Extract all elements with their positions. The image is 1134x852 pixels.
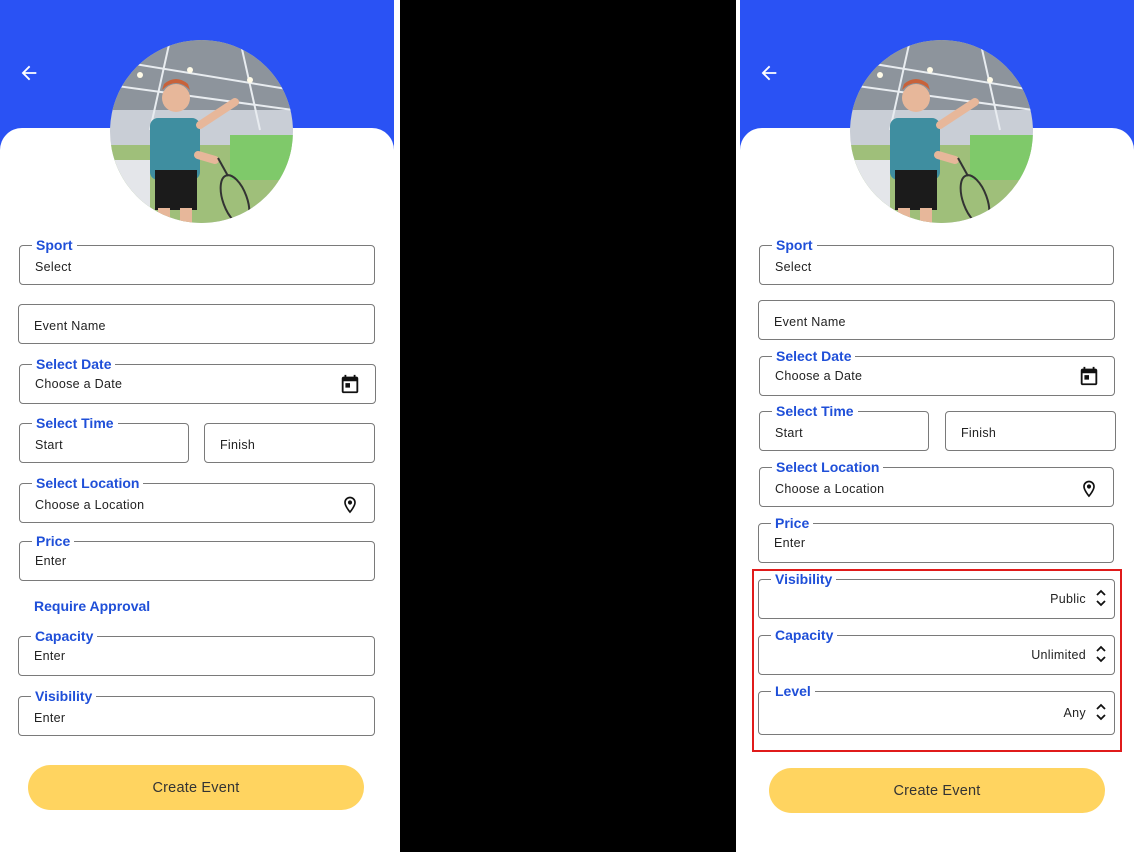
date-value: Choose a Date	[35, 377, 123, 391]
event-name-placeholder: Event Name	[774, 315, 846, 329]
capacity-value: Enter	[34, 649, 66, 663]
start-time-input[interactable]: Select Time Start	[759, 403, 929, 451]
sport-label: Sport	[32, 237, 77, 253]
location-value: Choose a Location	[775, 482, 885, 496]
date-picker[interactable]: Select Date Choose a Date	[19, 356, 376, 404]
create-event-button[interactable]: Create Event	[769, 768, 1105, 813]
map-pin-icon[interactable]	[1079, 478, 1099, 500]
sport-label: Sport	[772, 237, 817, 253]
sport-value: Select	[35, 260, 72, 274]
finish-time-value: Finish	[961, 426, 997, 440]
calendar-icon[interactable]	[339, 373, 361, 395]
sport-select[interactable]: Sport Select	[759, 237, 1114, 285]
finish-time-value: Finish	[220, 438, 256, 452]
screen-comparison: Sport Select Event Name Select Date Choo…	[0, 0, 1134, 852]
price-value: Enter	[774, 536, 806, 550]
finish-time-input[interactable]: Finish	[204, 423, 375, 463]
price-value: Enter	[35, 554, 67, 568]
event-name-input[interactable]: Event Name	[18, 304, 375, 344]
highlight-box	[752, 569, 1122, 752]
finish-time-input[interactable]: Finish	[945, 411, 1116, 451]
location-label: Select Location	[772, 459, 884, 475]
price-label: Price	[32, 533, 75, 549]
left-create-event-screen: Sport Select Event Name Select Date Choo…	[0, 0, 394, 852]
location-picker[interactable]: Select Location Choose a Location	[759, 459, 1114, 507]
require-approval-label[interactable]: Require Approval	[34, 598, 150, 614]
location-label: Select Location	[32, 475, 144, 491]
blank-black-panel	[400, 0, 736, 852]
date-label: Select Date	[772, 348, 856, 364]
event-photo[interactable]	[110, 40, 293, 223]
price-input[interactable]: Price Enter	[19, 533, 375, 581]
sport-value: Select	[775, 260, 812, 274]
back-arrow-icon[interactable]	[758, 62, 780, 84]
event-photo[interactable]	[850, 40, 1033, 223]
time-label: Select Time	[32, 415, 118, 431]
price-label: Price	[771, 515, 814, 531]
visibility-value: Enter	[34, 711, 66, 725]
calendar-icon[interactable]	[1078, 365, 1100, 387]
capacity-label: Capacity	[31, 628, 98, 644]
map-pin-icon[interactable]	[340, 494, 360, 516]
capacity-input[interactable]: Capacity Enter	[18, 628, 375, 676]
back-arrow-icon[interactable]	[18, 62, 40, 84]
create-event-button[interactable]: Create Event	[28, 765, 364, 810]
date-label: Select Date	[32, 356, 116, 372]
visibility-input[interactable]: Visibility Enter	[18, 688, 375, 736]
price-input[interactable]: Price Enter	[758, 515, 1114, 563]
date-picker[interactable]: Select Date Choose a Date	[759, 348, 1115, 396]
date-value: Choose a Date	[775, 369, 863, 383]
time-label: Select Time	[772, 403, 858, 419]
start-time-value: Start	[775, 426, 803, 440]
event-name-placeholder: Event Name	[34, 319, 106, 333]
visibility-label: Visibility	[31, 688, 97, 704]
location-value: Choose a Location	[35, 498, 145, 512]
sport-select[interactable]: Sport Select	[19, 237, 375, 285]
location-picker[interactable]: Select Location Choose a Location	[19, 475, 375, 523]
start-time-value: Start	[35, 438, 63, 452]
event-name-input[interactable]: Event Name	[758, 300, 1115, 340]
start-time-input[interactable]: Select Time Start	[19, 415, 189, 463]
